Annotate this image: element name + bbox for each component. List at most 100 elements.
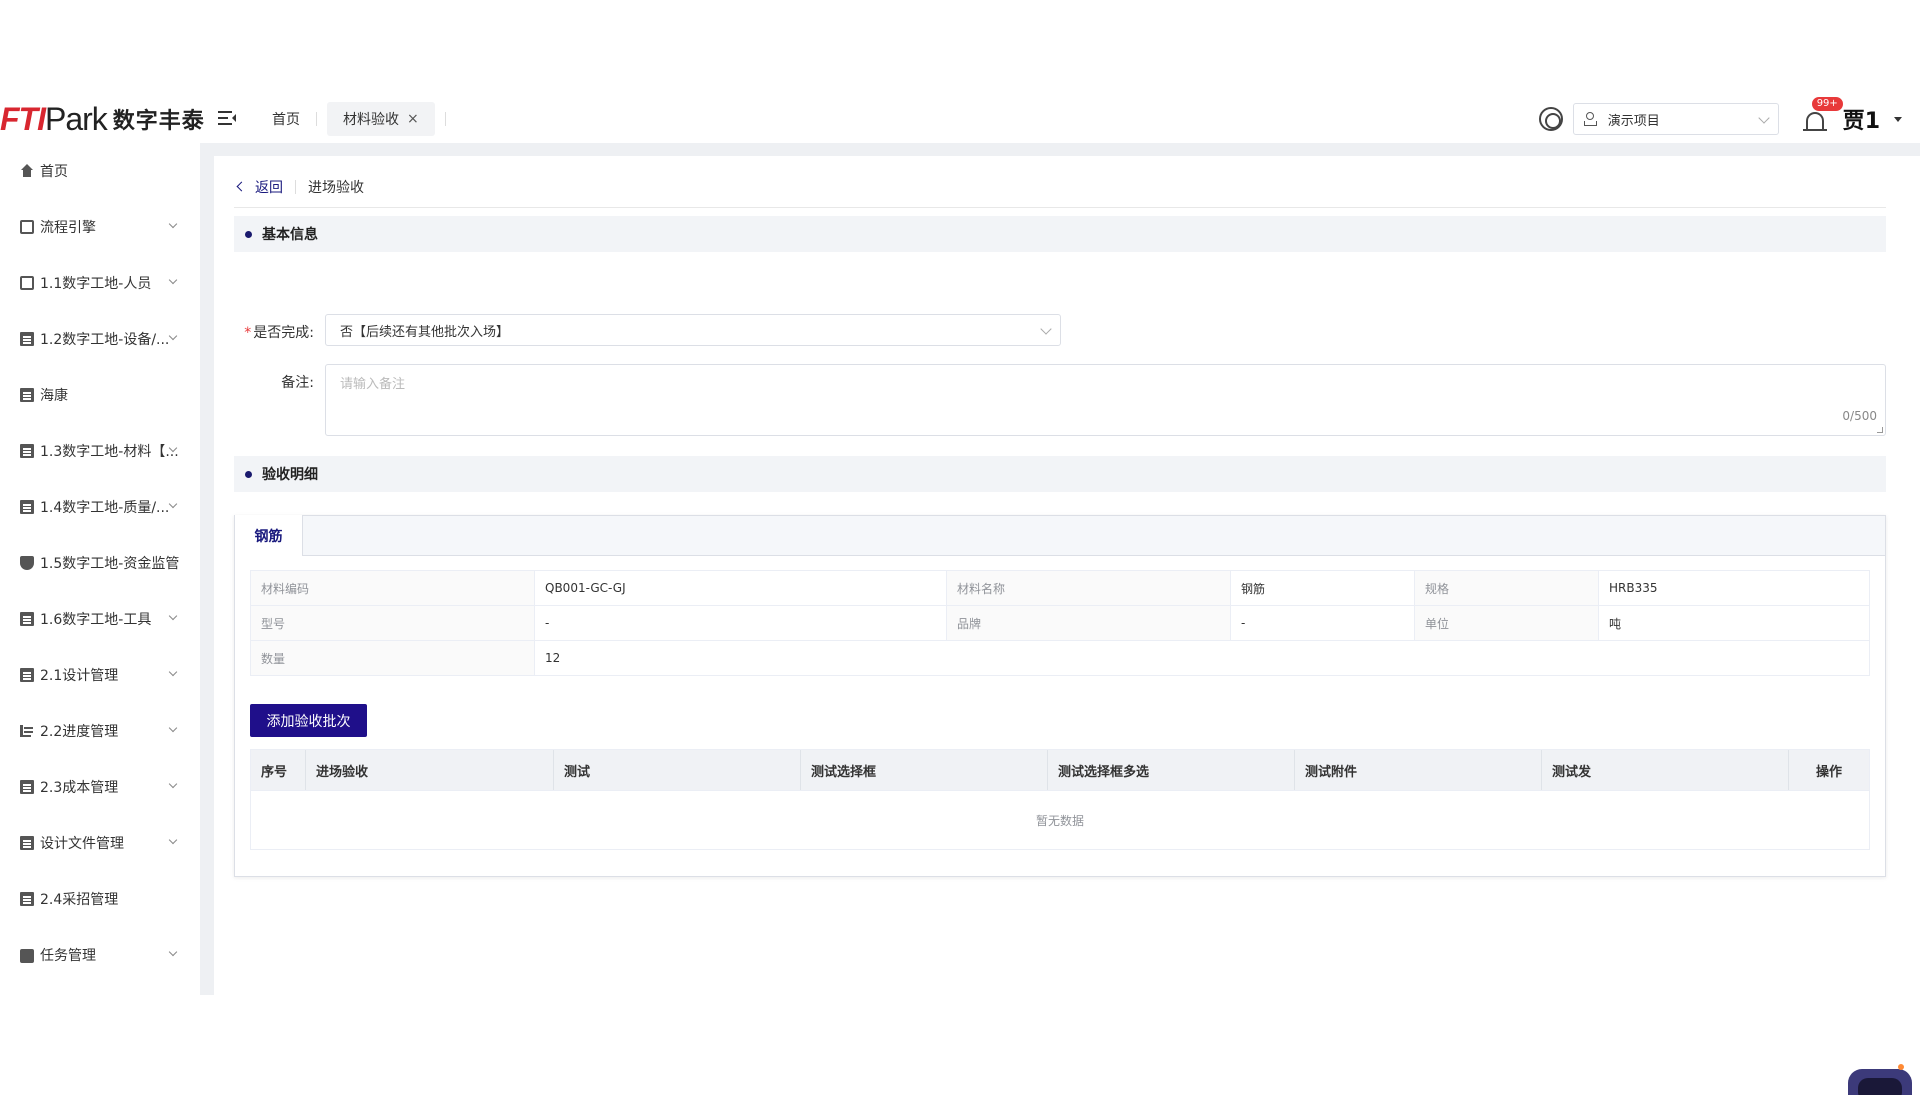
label-model: 型号: [250, 605, 535, 641]
sidebar-item-procurement[interactable]: 2.4采招管理: [0, 871, 200, 927]
briefcase-icon: [20, 949, 34, 963]
tab-material-acceptance[interactable]: 材料验收 ×: [327, 102, 435, 136]
section-title: 基本信息: [262, 227, 318, 243]
sidebar-item-label: 2.2进度管理: [40, 724, 119, 740]
label-brand: 品牌: [946, 605, 1231, 641]
table-header: 序号 进场验收 测试 测试选择框 测试选择框多选 测试附件 测试发 操作: [251, 750, 1869, 790]
document-icon: [20, 388, 34, 402]
chevron-down-icon: [168, 835, 178, 845]
chevron-down-icon: [168, 779, 178, 789]
material-tabs: 钢筋: [235, 515, 1885, 556]
sidebar-item-label: 任务管理: [40, 948, 96, 964]
sidebar-item-flow-engine[interactable]: 流程引擎: [0, 199, 200, 255]
location-icon: [1583, 112, 1597, 126]
sidebar-item-label: 1.2数字工地-设备/...: [40, 332, 170, 348]
sidebar-item-material[interactable]: 1.3数字工地-材料【...: [0, 423, 200, 479]
col-test-multiselect: 测试选择框多选: [1048, 750, 1295, 790]
sidebar-item-label: 1.1数字工地-人员: [40, 276, 152, 292]
notification-badge: 99+: [1810, 96, 1844, 112]
label-material-name: 材料名称: [946, 570, 1231, 606]
chevron-down-icon: [168, 611, 178, 621]
add-batch-button[interactable]: 添加验收批次: [250, 704, 367, 737]
sidebar-item-quality[interactable]: 1.4数字工地-质量/...: [0, 479, 200, 535]
value-brand: -: [1230, 605, 1415, 641]
sidebar-item-label: 2.1设计管理: [40, 668, 119, 684]
sidebar-item-label: 1.6数字工地-工具: [40, 612, 152, 628]
bullet-icon: [245, 230, 252, 238]
sidebar-item-cost[interactable]: 2.3成本管理: [0, 759, 200, 815]
chevron-down-icon: [168, 275, 178, 285]
user-menu[interactable]: 贾1: [1843, 103, 1920, 135]
gantt-icon: [20, 724, 34, 738]
top-header: FTI Park 数字丰泰 首页 材料验收 × 演示项目 99+ 贾1: [0, 95, 1920, 143]
sidebar-item-label: 流程引擎: [40, 220, 96, 236]
document-icon: [20, 836, 34, 850]
document-icon: [20, 668, 34, 682]
tab-home[interactable]: 首页: [256, 102, 316, 136]
sidebar-item-design[interactable]: 2.1设计管理: [0, 647, 200, 703]
resize-handle-icon[interactable]: [1877, 427, 1883, 433]
app-window: FTI Park 数字丰泰 首页 材料验收 × 演示项目 99+ 贾1 首页 流…: [0, 95, 1920, 1095]
sidebar-item-progress[interactable]: 2.2进度管理: [0, 703, 200, 759]
remark-char-count: 0/500: [1842, 409, 1877, 423]
is-complete-select[interactable]: 否【后续还有其他批次入场】: [325, 314, 1061, 346]
help-icon[interactable]: [1538, 107, 1563, 131]
document-icon: [20, 444, 34, 458]
col-test-attachment: 测试附件: [1295, 750, 1542, 790]
value-spec: HRB335: [1598, 570, 1870, 606]
material-info-table: 材料编码 QB001-GC-GJ 材料名称 钢筋 规格 HRB335 型号 - …: [250, 570, 1870, 676]
value-quantity: 12: [534, 640, 1870, 676]
shield-icon: [20, 556, 34, 570]
page-title: 进场验收: [308, 179, 364, 196]
logo-cn: 数字丰泰: [112, 109, 205, 134]
project-select[interactable]: 演示项目: [1572, 103, 1779, 135]
project-select-value: 演示项目: [1607, 113, 1660, 129]
sidebar-item-label: 首页: [40, 164, 68, 180]
tab-divider: [316, 112, 317, 126]
brand-logo[interactable]: FTI Park 数字丰泰: [0, 101, 205, 137]
tab-rebar[interactable]: 钢筋: [235, 515, 303, 556]
value-material-code: QB001-GC-GJ: [534, 570, 947, 606]
table-empty-state: 暂无数据: [251, 790, 1869, 849]
caret-down-icon: [1894, 116, 1902, 122]
chevron-down-icon: [168, 219, 178, 229]
sidebar-item-personnel[interactable]: 1.1数字工地-人员: [0, 255, 200, 311]
back-button[interactable]: 返回: [234, 177, 283, 197]
sidebar-item-design-files[interactable]: 设计文件管理: [0, 815, 200, 871]
label-unit: 单位: [1414, 605, 1599, 641]
sidebar-item-equipment[interactable]: 1.2数字工地-设备/...: [0, 311, 200, 367]
remark-label: 备注:: [281, 375, 314, 391]
notification-bell-icon[interactable]: 99+: [1799, 96, 1844, 136]
close-icon[interactable]: ×: [407, 111, 419, 127]
sidebar-item-tasks[interactable]: 任务管理: [0, 927, 200, 983]
material-tabpanel: 钢筋 材料编码 QB001-GC-GJ 材料名称 钢筋 规格 HRB335 型号…: [234, 515, 1886, 877]
chevron-down-icon: [168, 499, 178, 509]
sidebar-item-home[interactable]: 首页: [0, 143, 200, 199]
label-material-code: 材料编码: [250, 570, 535, 606]
sidebar-item-label: 2.4采招管理: [40, 892, 119, 908]
bullet-icon: [245, 470, 252, 478]
tab-divider: [444, 112, 446, 126]
logo-fti: FTI: [0, 100, 46, 137]
tab-home-label: 首页: [272, 112, 300, 128]
sidebar-item-hikvision[interactable]: 海康: [0, 367, 200, 423]
section-title: 验收明细: [262, 467, 318, 483]
sidebar-item-label: 1.4数字工地-质量/...: [40, 500, 170, 516]
col-test: 测试: [554, 750, 801, 790]
label-quantity: 数量: [250, 640, 535, 676]
menu-toggle-icon[interactable]: [216, 107, 238, 129]
sidebar: 首页 流程引擎 1.1数字工地-人员 1.2数字工地-设备/... 海康 1.3…: [0, 143, 200, 995]
batch-table: 序号 进场验收 测试 测试选择框 测试选择框多选 测试附件 测试发 操作 暂无数…: [250, 749, 1870, 850]
sidebar-item-tools[interactable]: 1.6数字工地-工具: [0, 591, 200, 647]
sidebar-item-fund-supervision[interactable]: 1.5数字工地-资金监管: [0, 535, 200, 591]
chevron-down-icon: [168, 667, 178, 677]
remark-textarea[interactable]: 请输入备注 0/500: [325, 364, 1886, 436]
is-complete-value: 否【后续还有其他批次入场】: [340, 324, 510, 340]
section-acceptance-detail: 验收明细: [234, 456, 1886, 492]
document-icon: [20, 892, 34, 906]
chevron-down-icon: [168, 723, 178, 733]
back-label: 返回: [255, 179, 283, 196]
sidebar-item-label: 2.3成本管理: [40, 780, 119, 796]
chevron-down-icon: [1040, 323, 1052, 335]
chevron-down-icon: [1758, 112, 1770, 124]
